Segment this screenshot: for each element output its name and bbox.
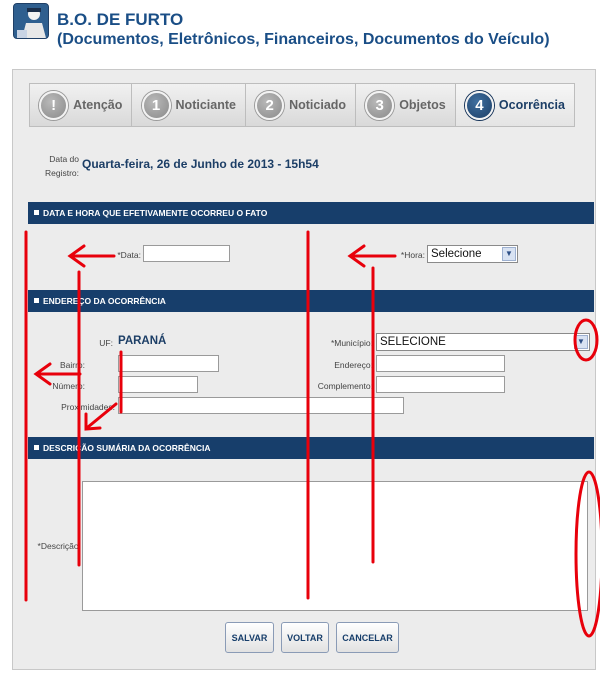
section-title: ENDEREÇO DA OCORRÊNCIA [43, 296, 166, 306]
page-title: B.O. DE FURTO (Documentos, Eletrônicos, … [57, 9, 577, 50]
cancel-button[interactable]: CANCELAR [336, 622, 399, 653]
numero-label: Número: [52, 381, 85, 391]
step-atencao[interactable]: ! Atenção [30, 84, 133, 126]
step-label: Atenção [73, 98, 123, 112]
bairro-label: Bairro: [59, 360, 85, 370]
bullet-icon [34, 210, 39, 215]
section-header-datahora: DATA E HORA QUE EFETIVAMENTE OCORREU O F… [28, 202, 594, 224]
data-input[interactable] [143, 245, 230, 262]
back-button[interactable]: VOLTAR [281, 622, 329, 653]
step-number-icon: 4 [464, 90, 494, 120]
chevron-down-icon[interactable]: ▼ [502, 247, 516, 261]
section-title: DATA E HORA QUE EFETIVAMENTE OCORREU O F… [43, 208, 268, 218]
hora-selected-value: Selecione [431, 248, 482, 260]
bullet-icon [34, 298, 39, 303]
form-panel: ! Atenção 1 Noticiante 2 Noticiado 3 Obj… [12, 69, 596, 670]
step-noticiante[interactable]: 1 Noticiante [132, 84, 247, 126]
proximidades-input[interactable] [118, 397, 404, 414]
numero-input[interactable] [118, 376, 198, 393]
endereco-label: Endereço: [334, 360, 373, 370]
section-title: DESCRIÇÃO SUMÁRIA DA OCORRÊNCIA [43, 443, 211, 453]
registro-label: Data do Registro: [44, 154, 79, 178]
bullet-icon [34, 445, 39, 450]
chevron-down-icon[interactable]: ▼ [574, 335, 588, 349]
save-button[interactable]: SALVAR [225, 622, 274, 653]
bairro-input[interactable] [118, 355, 219, 372]
step-noticiado[interactable]: 2 Noticiado [246, 84, 357, 126]
step-ocorrencia[interactable]: 4 Ocorrência [455, 84, 574, 126]
descricao-textarea[interactable] [82, 481, 588, 611]
municipio-select[interactable]: SELECIONE ▼ [376, 333, 590, 351]
endereco-input[interactable] [376, 355, 505, 372]
step-label: Ocorrência [498, 98, 565, 112]
data-label: *Data: [117, 250, 141, 260]
step-number-icon: 1 [141, 90, 171, 120]
uf-label: UF: [99, 338, 113, 348]
descricao-label: *Descrição: [37, 541, 81, 551]
section-header-endereco: ENDEREÇO DA OCORRÊNCIA [28, 290, 594, 312]
page-title-subtitle: (Documentos, Eletrônicos, Financeiros, D… [57, 31, 550, 48]
step-label: Noticiado [289, 98, 347, 112]
hora-label: *Hora: [400, 250, 425, 260]
step-label: Objetos [399, 98, 446, 112]
municipio-selected-value: SELECIONE [380, 336, 446, 348]
step-number-icon: 2 [255, 90, 285, 120]
page-title-main: B.O. DE FURTO [57, 10, 184, 29]
step-label: Noticiante [175, 98, 236, 112]
step-number-icon: ! [39, 90, 69, 120]
wizard-steps: ! Atenção 1 Noticiante 2 Noticiado 3 Obj… [29, 83, 575, 127]
step-number-icon: 3 [365, 90, 395, 120]
uf-value: PARANÁ [118, 335, 167, 347]
proximidades-label: Proximidades: [61, 402, 115, 412]
registro-value: Quarta-feira, 26 de Junho de 2013 - 15h5… [82, 157, 319, 171]
complemento-label: Complemento: [317, 381, 373, 391]
municipio-label: *Município: [330, 338, 373, 348]
police-officer-icon [13, 3, 49, 39]
step-objetos[interactable]: 3 Objetos [356, 84, 456, 126]
hora-select[interactable]: Selecione ▼ [427, 245, 518, 263]
section-header-descricao: DESCRIÇÃO SUMÁRIA DA OCORRÊNCIA [28, 437, 594, 459]
complemento-input[interactable] [376, 376, 505, 393]
